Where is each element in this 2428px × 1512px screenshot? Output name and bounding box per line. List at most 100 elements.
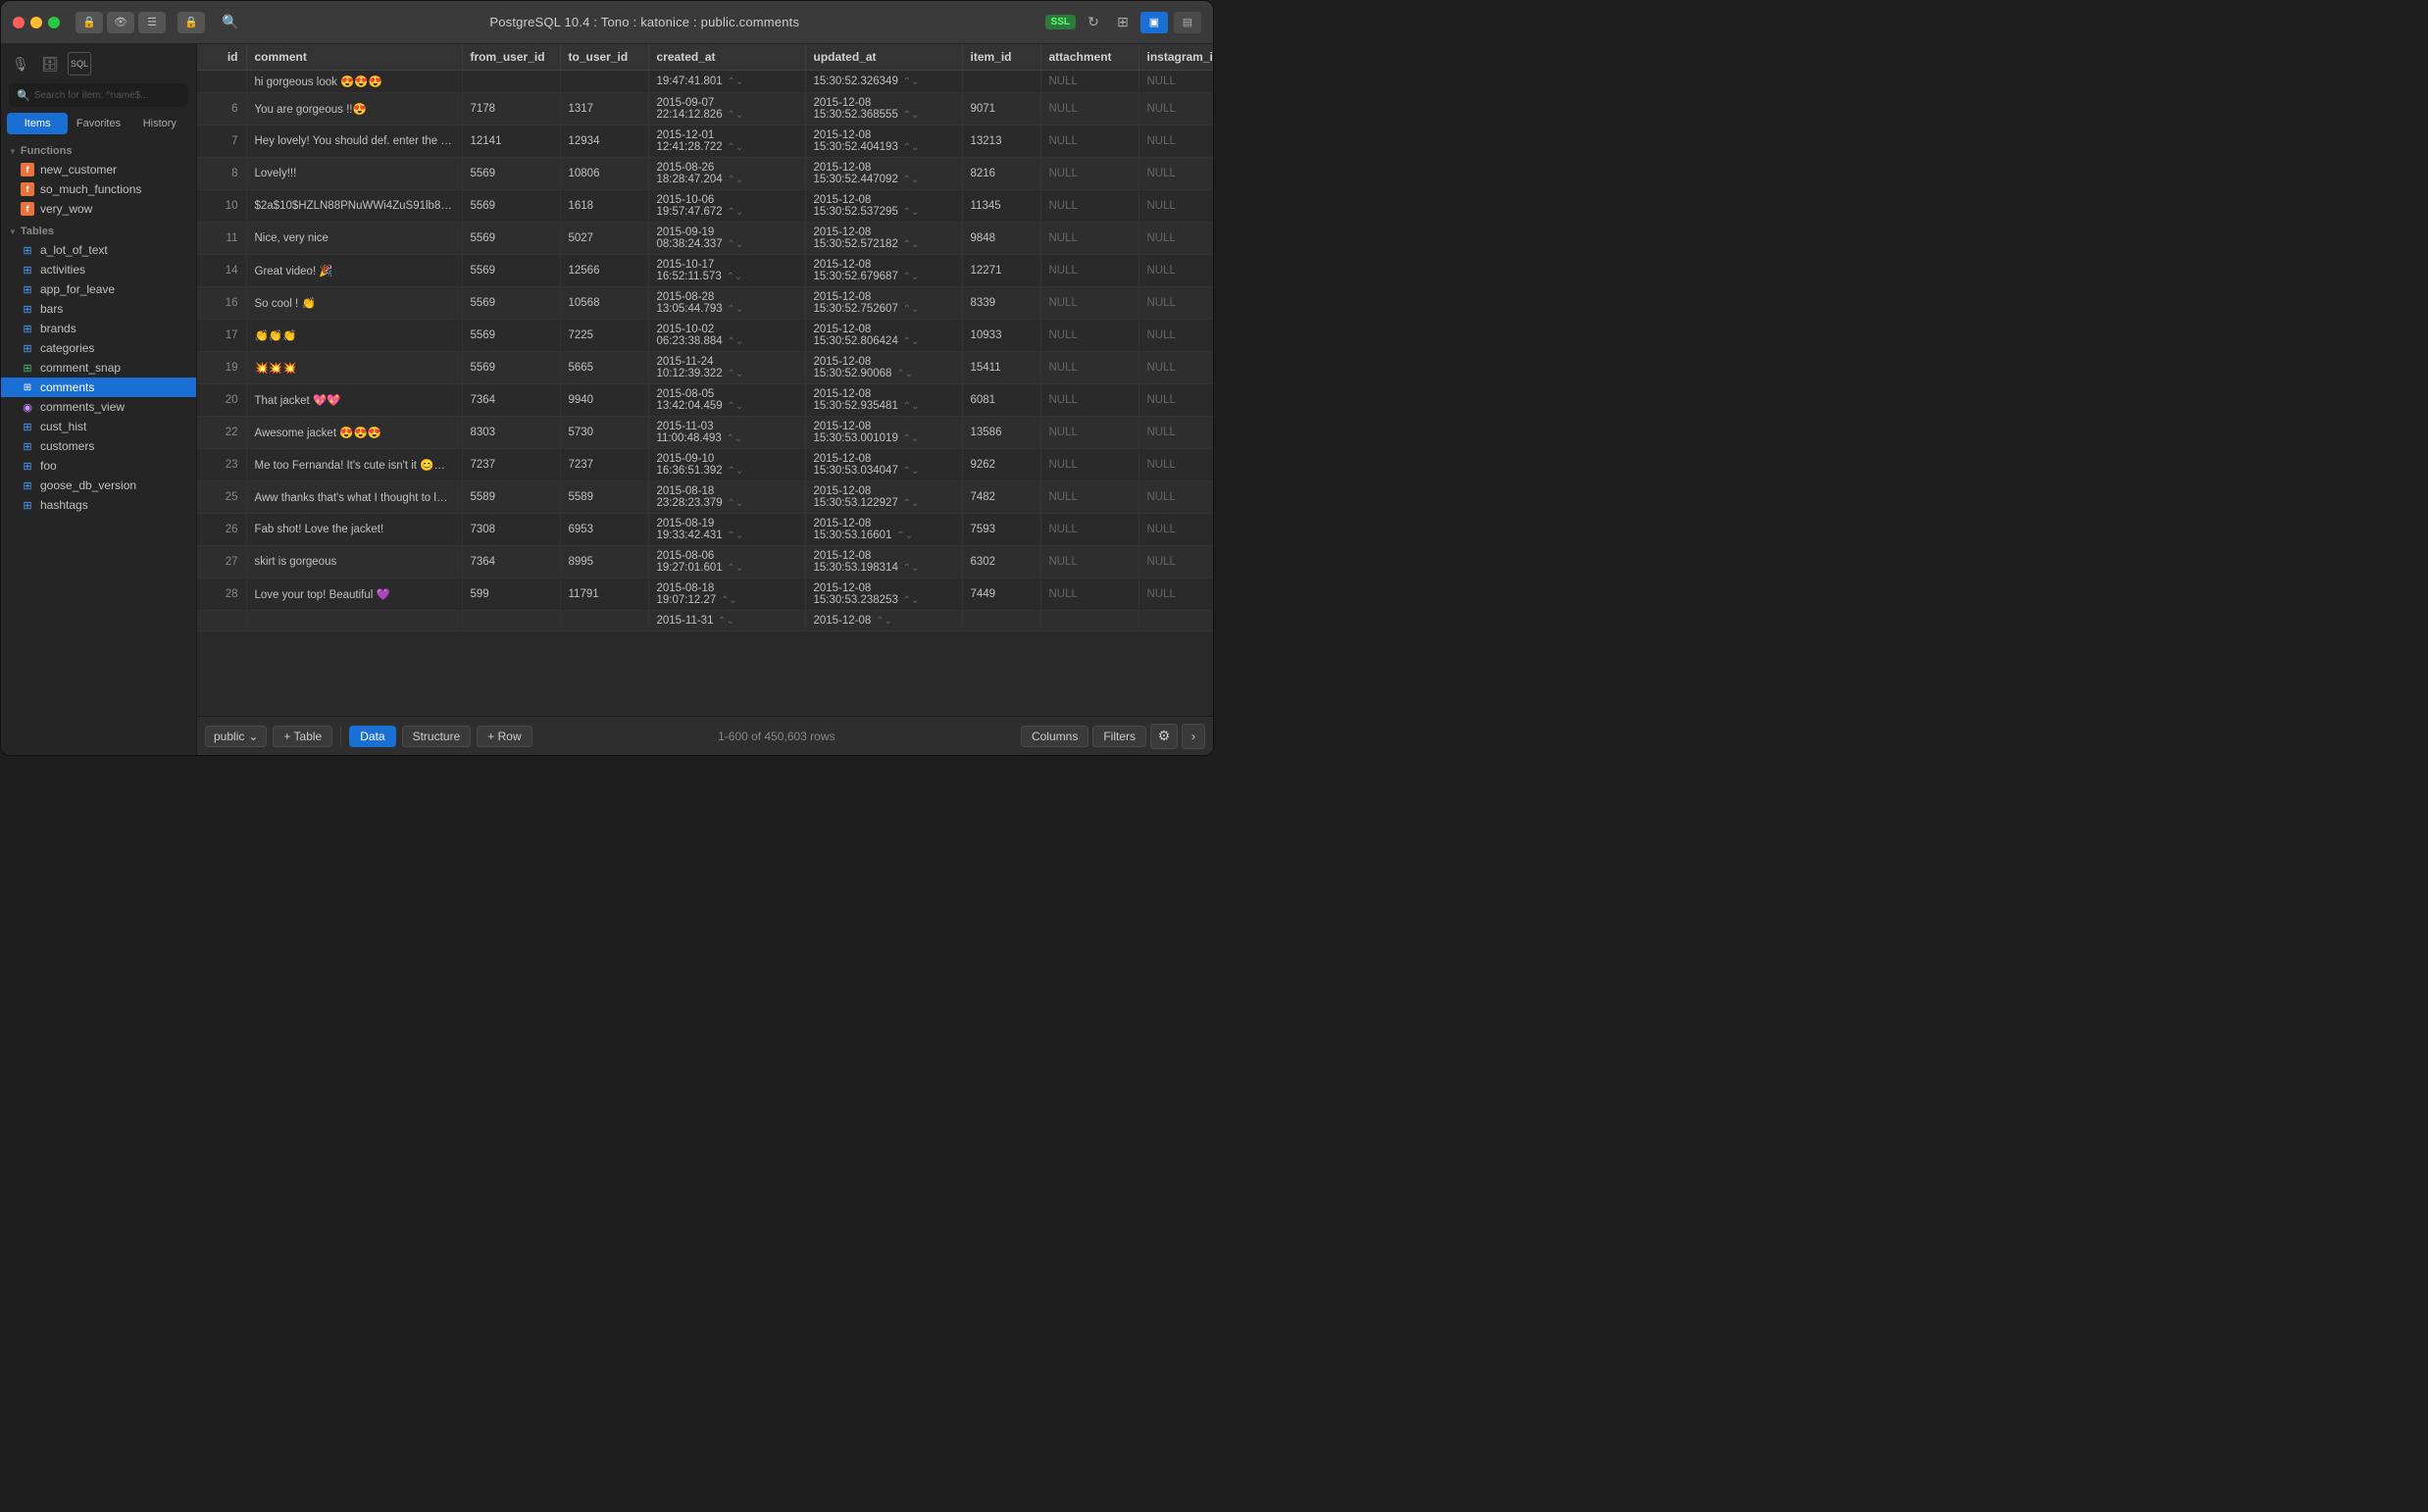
sidebar-item-new_customer[interactable]: f new_customer [1,160,196,179]
cell-updated_at[interactable]: 2015-12-0815:30:52.935481 ⌃⌄ [805,384,962,417]
cell-to_user_id[interactable]: 1317 [560,93,648,126]
cell-id[interactable]: 25 [197,481,246,514]
table-row[interactable]: 25Aww thanks that's what I thought to lo… [197,481,1213,514]
cell-from_user_id[interactable]: 5569 [462,352,560,384]
close-button[interactable] [13,17,25,28]
cell-from_user_id[interactable]: 5569 [462,190,560,223]
cell-item_id[interactable]: 13586 [962,417,1040,449]
cell-instagram_id[interactable] [1138,611,1213,631]
tab-favorites[interactable]: Favorites [68,113,128,134]
next-button[interactable]: › [1182,724,1205,749]
cell-from_user_id[interactable]: 7308 [462,514,560,546]
cell-id[interactable]: 17 [197,320,246,352]
cell-updated_at[interactable]: 2015-12-0815:30:52.679687 ⌃⌄ [805,255,962,287]
cell-id[interactable]: 7 [197,126,246,158]
sidebar-item-comment_snap[interactable]: ⊞ comment_snap [1,358,196,378]
cell-id[interactable]: 14 [197,255,246,287]
cell-attachment[interactable]: NULL [1040,320,1138,352]
cell-from_user_id[interactable]: 7364 [462,546,560,579]
cell-to_user_id[interactable]: 12934 [560,126,648,158]
cell-item_id[interactable]: 7482 [962,481,1040,514]
col-header-to_user_id[interactable]: to_user_id [560,44,648,71]
cell-from_user_id[interactable]: 7364 [462,384,560,417]
cell-id[interactable] [197,611,246,631]
table-row[interactable]: 14Great video! 🎉5569125662015-10-1716:52… [197,255,1213,287]
table-row[interactable]: 10$2a$10$HZLN88PNuWWi4ZuS91lb8dR98Ijt0kb… [197,190,1213,223]
cell-comment[interactable]: Love your top! Beautiful 💜 [246,579,462,611]
cell-attachment[interactable]: NULL [1040,579,1138,611]
cell-instagram_id[interactable]: NULL [1138,126,1213,158]
cell-instagram_id[interactable]: NULL [1138,287,1213,320]
database-icon[interactable]: 🗄 [38,52,62,76]
cell-created_at[interactable]: 2015-09-0722:14:12.826 ⌃⌄ [648,93,805,126]
col-header-attachment[interactable]: attachment [1040,44,1138,71]
cell-to_user_id[interactable]: 5027 [560,223,648,255]
tables-header[interactable]: ▼ Tables [1,223,196,240]
cell-item_id[interactable]: 9848 [962,223,1040,255]
cell-created_at[interactable]: 2015-09-1016:36:51.392 ⌃⌄ [648,449,805,481]
cell-comment[interactable]: 👏👏👏 [246,320,462,352]
cell-id[interactable]: 8 [197,158,246,190]
col-header-updated_at[interactable]: updated_at [805,44,962,71]
cell-updated_at[interactable]: 15:30:52.326349 ⌃⌄ [805,71,962,93]
cell-id[interactable]: 23 [197,449,246,481]
cell-instagram_id[interactable]: NULL [1138,546,1213,579]
cell-comment[interactable]: 💥💥💥 [246,352,462,384]
cell-attachment[interactable]: NULL [1040,255,1138,287]
table-row[interactable]: 26Fab shot! Love the jacket!730869532015… [197,514,1213,546]
table-row[interactable]: 8Lovely!!!5569108062015-08-2618:28:47.20… [197,158,1213,190]
cell-item_id[interactable]: 15411 [962,352,1040,384]
cell-item_id[interactable]: 8216 [962,158,1040,190]
cell-attachment[interactable]: NULL [1040,71,1138,93]
cell-item_id[interactable]: 8339 [962,287,1040,320]
cell-updated_at[interactable]: 2015-12-0815:30:53.198314 ⌃⌄ [805,546,962,579]
sidebar-search-box[interactable]: 🔍 Search for item: ^name$... [9,83,188,107]
cell-from_user_id[interactable]: 599 [462,579,560,611]
cell-created_at[interactable]: 2015-08-1819:07:12.27 ⌃⌄ [648,579,805,611]
cell-id[interactable]: 11 [197,223,246,255]
cell-comment[interactable]: Hey lovely! You should def. enter the Ch… [246,126,462,158]
cell-attachment[interactable]: NULL [1040,126,1138,158]
cell-created_at[interactable]: 2015-08-2618:28:47.204 ⌃⌄ [648,158,805,190]
cell-id[interactable]: 6 [197,93,246,126]
cell-from_user_id[interactable]: 5569 [462,287,560,320]
cell-to_user_id[interactable]: 5730 [560,417,648,449]
add-table-button[interactable]: + Table [273,726,332,747]
cell-to_user_id[interactable] [560,611,648,631]
cell-from_user_id[interactable]: 5569 [462,158,560,190]
cell-created_at[interactable]: 2015-08-1823:28:23.379 ⌃⌄ [648,481,805,514]
cell-comment[interactable]: That jacket 💖💖 [246,384,462,417]
cell-instagram_id[interactable]: NULL [1138,352,1213,384]
cell-to_user_id[interactable]: 9940 [560,384,648,417]
cell-from_user_id[interactable]: 5569 [462,223,560,255]
cell-id[interactable]: 22 [197,417,246,449]
cell-from_user_id[interactable]: 5569 [462,320,560,352]
table-row[interactable]: 28Love your top! Beautiful 💜599117912015… [197,579,1213,611]
cell-updated_at[interactable]: 2015-12-0815:30:53.034047 ⌃⌄ [805,449,962,481]
cell-attachment[interactable]: NULL [1040,223,1138,255]
search-icon[interactable]: 🔍 [217,12,244,33]
functions-header[interactable]: ▼ Functions [1,142,196,160]
cell-attachment[interactable]: NULL [1040,417,1138,449]
cell-created_at[interactable]: 2015-08-2813:05:44.793 ⌃⌄ [648,287,805,320]
cell-item_id[interactable]: 7449 [962,579,1040,611]
podcast-icon[interactable]: 🎙 [9,52,32,76]
layout-split-btn[interactable]: ▣ [1140,12,1168,33]
sidebar-item-so_much_functions[interactable]: f so_much_functions [1,179,196,199]
schema-selector[interactable]: public ⌄ [205,726,267,747]
col-header-instagram_id[interactable]: instagram_id [1138,44,1213,71]
cell-item_id[interactable]: 6302 [962,546,1040,579]
filters-button[interactable]: Filters [1092,726,1146,747]
list-icon-btn[interactable]: ☰ [138,12,166,33]
col-header-item_id[interactable]: item_id [962,44,1040,71]
cell-to_user_id[interactable]: 7237 [560,449,648,481]
cell-to_user_id[interactable]: 5589 [560,481,648,514]
cell-created_at[interactable]: 2015-08-1919:33:42.431 ⌃⌄ [648,514,805,546]
sidebar-item-very_wow[interactable]: f very_wow [1,199,196,219]
cell-created_at[interactable]: 2015-10-1716:52:11.573 ⌃⌄ [648,255,805,287]
cell-id[interactable]: 19 [197,352,246,384]
cell-created_at[interactable]: 2015-10-0206:23:38.884 ⌃⌄ [648,320,805,352]
cell-item_id[interactable]: 7593 [962,514,1040,546]
cell-created_at[interactable]: 2015-11-0311:00:48.493 ⌃⌄ [648,417,805,449]
layout-full-btn[interactable]: ▤ [1174,12,1201,33]
